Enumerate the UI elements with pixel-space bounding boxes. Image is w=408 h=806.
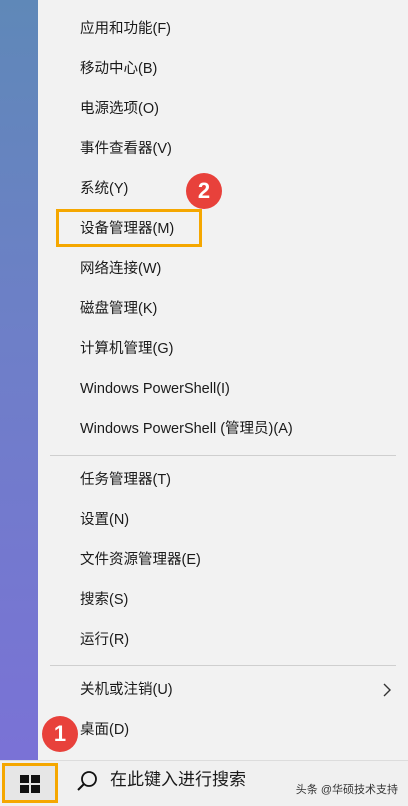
menu-item-powershell-admin[interactable]: Windows PowerShell (管理员)(A): [80, 410, 380, 448]
menu-item-powershell[interactable]: Windows PowerShell(I): [80, 370, 380, 408]
menu-item-apps-features[interactable]: 应用和功能(F): [80, 10, 380, 48]
menu-item-file-explorer[interactable]: 文件资源管理器(E): [80, 541, 380, 579]
menu-item-settings[interactable]: 设置(N): [80, 501, 380, 539]
menu-item-power-options[interactable]: 电源选项(O): [80, 90, 380, 128]
search-box-placeholder[interactable]: 在此键入进行搜索: [110, 768, 246, 792]
menu-separator: [50, 455, 396, 456]
menu-item-computer-management[interactable]: 计算机管理(G): [80, 330, 380, 368]
menu-item-shutdown-signout[interactable]: 关机或注销(U): [80, 671, 380, 709]
winx-context-menu: 应用和功能(F) 移动中心(B) 电源选项(O) 事件查看器(V) 系统(Y) …: [38, 0, 408, 760]
menu-item-run[interactable]: 运行(R): [80, 621, 380, 659]
start-button[interactable]: [2, 763, 58, 803]
menu-item-search[interactable]: 搜索(S): [80, 581, 380, 619]
step-1-badge: 1: [42, 716, 78, 752]
menu-item-network-connections[interactable]: 网络连接(W): [80, 250, 380, 288]
menu-item-mobility-center[interactable]: 移动中心(B): [80, 50, 380, 88]
menu-item-desktop[interactable]: 桌面(D): [80, 711, 380, 749]
chevron-right-icon: [383, 683, 391, 697]
menu-item-system[interactable]: 系统(Y): [80, 170, 380, 208]
windows-logo-icon: [20, 775, 40, 793]
menu-item-disk-management[interactable]: 磁盘管理(K): [80, 290, 380, 328]
search-icon[interactable]: [76, 770, 98, 792]
menu-separator: [50, 665, 396, 666]
desktop-wallpaper: [0, 0, 38, 760]
device-manager-highlight: [56, 209, 202, 247]
menu-item-task-manager[interactable]: 任务管理器(T): [80, 461, 380, 499]
step-2-badge: 2: [186, 173, 222, 209]
menu-item-event-viewer[interactable]: 事件查看器(V): [80, 130, 380, 168]
watermark: 头条 @华硕技术支持: [295, 784, 398, 796]
